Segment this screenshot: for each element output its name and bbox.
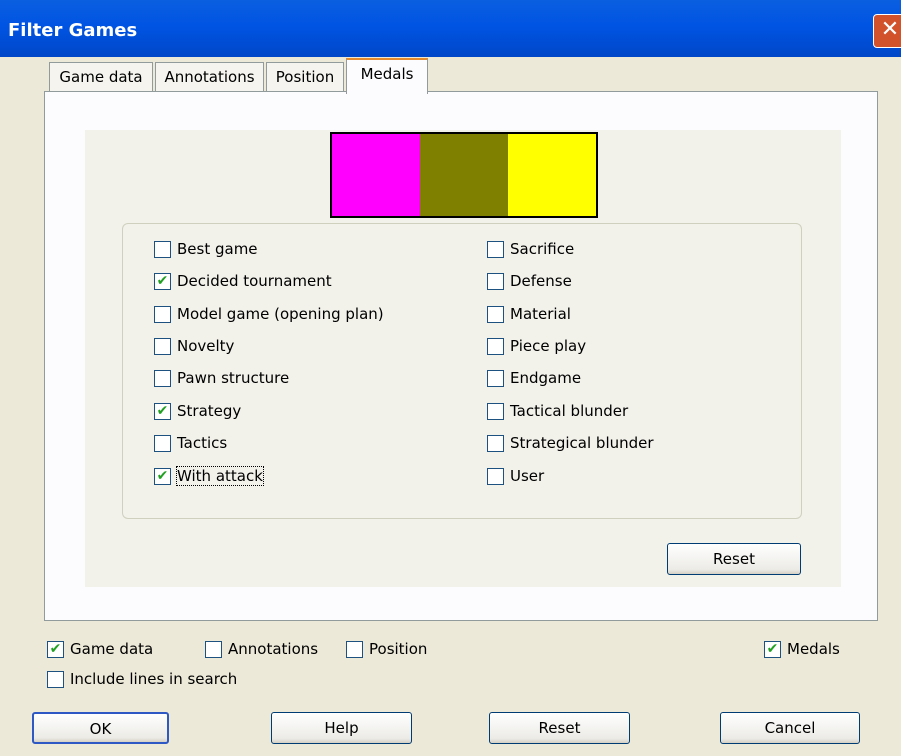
- checkbox-box[interactable]: [205, 640, 222, 658]
- checkbox-box[interactable]: [487, 272, 504, 290]
- checkbox-box[interactable]: [487, 434, 504, 452]
- medal-color-swatch: [332, 134, 420, 216]
- title-bar: Filter Games ✕: [0, 0, 901, 57]
- checkbox-label: Medals: [787, 640, 840, 658]
- checkbox-label: Best game: [177, 240, 258, 258]
- filter-medals-checkbox[interactable]: ✔ Medals: [764, 640, 840, 658]
- checkbox-label: With attack: [176, 466, 264, 486]
- filter-game-data-checkbox[interactable]: ✔ Game data: [47, 640, 153, 658]
- medal-novelty-checkbox[interactable]: Novelty: [154, 337, 234, 355]
- checkbox-box[interactable]: [487, 369, 504, 387]
- checkbox-label: Game data: [70, 640, 154, 658]
- medals-reset-button[interactable]: Reset: [667, 543, 801, 575]
- cancel-button[interactable]: Cancel: [720, 712, 860, 744]
- checkbox-box[interactable]: [47, 670, 64, 688]
- checkbox-box[interactable]: [154, 434, 171, 452]
- medal-best-game-checkbox[interactable]: Best game: [154, 240, 258, 258]
- filter-position-checkbox[interactable]: Position: [346, 640, 427, 658]
- checkbox-label: Position: [369, 640, 428, 658]
- checkbox-label: Strategy: [177, 402, 242, 420]
- medal-user-checkbox[interactable]: User: [487, 467, 544, 485]
- checkbox-box[interactable]: [154, 240, 171, 258]
- window-title: Filter Games: [8, 20, 138, 41]
- checkbox-box[interactable]: [487, 402, 504, 420]
- close-icon[interactable]: ✕: [873, 14, 901, 48]
- medal-piece-play-checkbox[interactable]: Piece play: [487, 337, 586, 355]
- checkbox-box[interactable]: [487, 467, 504, 485]
- medal-tactics-checkbox[interactable]: Tactics: [154, 434, 227, 452]
- include-lines-checkbox[interactable]: Include lines in search: [47, 670, 237, 688]
- checkbox-label: Piece play: [510, 337, 587, 355]
- medal-with-attack-checkbox[interactable]: ✔ With attack: [154, 466, 264, 486]
- medal-pawn-structure-checkbox[interactable]: Pawn structure: [154, 369, 289, 387]
- checkbox-box[interactable]: [487, 337, 504, 355]
- checkbox-label: Defense: [510, 272, 572, 290]
- checkbox-label: Model game (opening plan): [177, 305, 384, 323]
- tab-game-data[interactable]: Game data: [49, 62, 153, 91]
- checkbox-box[interactable]: [154, 305, 171, 323]
- medals-tab-panel: Best game ✔ Decided tournament Model game…: [44, 91, 878, 621]
- checkbox-label: Include lines in search: [70, 670, 238, 688]
- medal-strategical-blunder-checkbox[interactable]: Strategical blunder: [487, 434, 654, 452]
- medals-group: Best game ✔ Decided tournament Model game…: [122, 223, 802, 519]
- reset-button[interactable]: Reset: [489, 712, 630, 744]
- medal-defense-checkbox[interactable]: Defense: [487, 272, 572, 290]
- medal-material-checkbox[interactable]: Material: [487, 305, 571, 323]
- checkbox-label: Strategical blunder: [510, 434, 654, 452]
- tab-annotations[interactable]: Annotations: [155, 62, 264, 91]
- checkbox-label: Endgame: [510, 369, 582, 387]
- medal-endgame-checkbox[interactable]: Endgame: [487, 369, 581, 387]
- checkbox-box[interactable]: ✔: [154, 402, 171, 420]
- medal-color-swatch: [420, 134, 508, 216]
- medal-tactical-blunder-checkbox[interactable]: Tactical blunder: [487, 402, 628, 420]
- checkbox-label: Novelty: [177, 337, 235, 355]
- checkbox-label: Material: [510, 305, 571, 323]
- checkbox-box[interactable]: [487, 305, 504, 323]
- medal-sacrifice-checkbox[interactable]: Sacrifice: [487, 240, 574, 258]
- checkbox-label: User: [510, 467, 545, 485]
- filter-annotations-checkbox[interactable]: Annotations: [205, 640, 318, 658]
- medals-area: Best game ✔ Decided tournament Model game…: [85, 130, 841, 587]
- checkbox-label: Tactics: [177, 434, 228, 452]
- medal-model-game-checkbox[interactable]: Model game (opening plan): [154, 305, 384, 323]
- checkbox-box[interactable]: [154, 369, 171, 387]
- medal-color-preview: [330, 132, 598, 218]
- checkbox-box[interactable]: ✔: [47, 640, 64, 658]
- checkbox-box[interactable]: ✔: [154, 272, 171, 290]
- checkbox-box[interactable]: [154, 337, 171, 355]
- checkbox-box[interactable]: ✔: [764, 640, 781, 658]
- checkbox-label: Pawn structure: [177, 369, 290, 387]
- checkbox-label: Decided tournament: [177, 272, 332, 290]
- checkbox-box[interactable]: [487, 240, 504, 258]
- checkbox-box[interactable]: [346, 640, 363, 658]
- medal-color-swatch: [508, 134, 596, 216]
- tab-position[interactable]: Position: [266, 62, 344, 91]
- checkbox-label: Sacrifice: [510, 240, 575, 258]
- checkbox-box[interactable]: ✔: [154, 467, 171, 485]
- checkbox-label: Tactical blunder: [510, 402, 629, 420]
- medal-strategy-checkbox[interactable]: ✔ Strategy: [154, 402, 241, 420]
- tab-medals[interactable]: Medals: [346, 58, 428, 94]
- ok-button[interactable]: OK: [32, 712, 169, 744]
- medal-decided-tournament-checkbox[interactable]: ✔ Decided tournament: [154, 272, 332, 290]
- checkbox-label: Annotations: [228, 640, 319, 658]
- help-button[interactable]: Help: [271, 712, 412, 744]
